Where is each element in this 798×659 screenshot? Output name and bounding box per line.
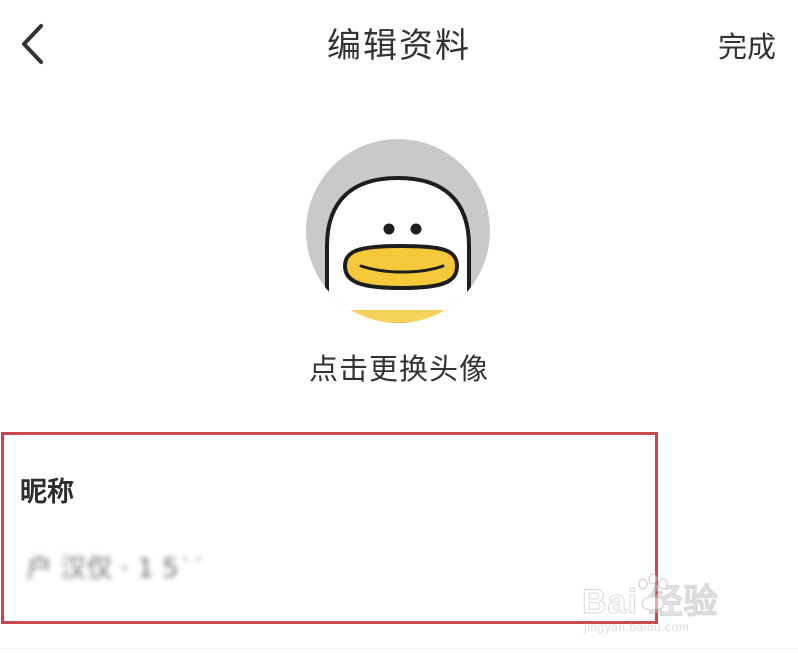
change-avatar-link[interactable]: 点击更换头像: [0, 346, 798, 388]
page-title: 编辑资料: [327, 26, 471, 66]
nickname-field[interactable]: 户 汉仅 · 1 5˙˙: [18, 548, 418, 588]
nav-bar: 编辑资料 完成: [0, 0, 798, 90]
nickname-label: 昵称: [20, 477, 74, 508]
divider: [0, 648, 798, 649]
done-button[interactable]: 完成: [718, 24, 776, 66]
duck-face-avatar-icon: [306, 139, 490, 323]
edit-profile-screen: 编辑资料 完成 点击更换头像 昵称 户 汉仅 · 1 5˙˙ Bai 经验 ji…: [0, 0, 798, 659]
avatar[interactable]: [305, 138, 491, 324]
highlight-frame: [1, 432, 658, 624]
